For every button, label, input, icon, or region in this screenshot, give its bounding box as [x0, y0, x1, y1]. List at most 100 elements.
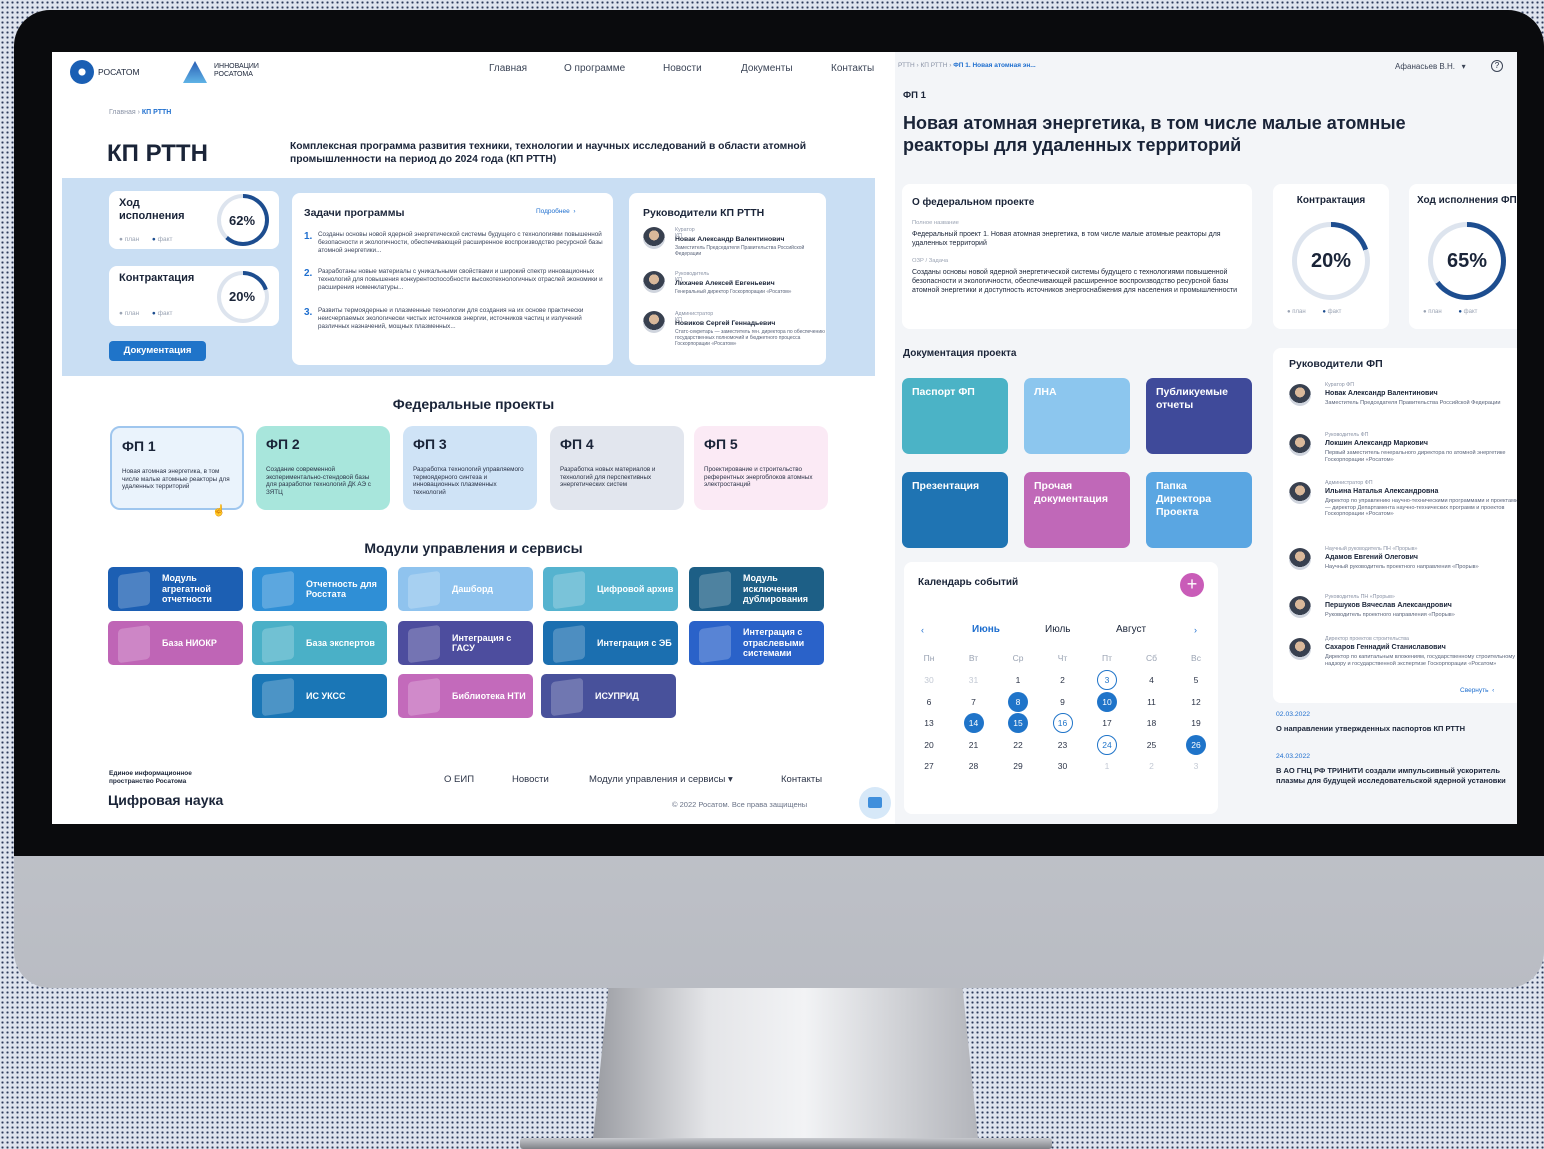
calendar-day[interactable]: 6 — [919, 692, 939, 712]
module-icon — [408, 677, 440, 717]
module-icon — [553, 570, 585, 610]
doc-passport[interactable]: Паспорт ФП — [902, 378, 1008, 454]
fp-card-2[interactable]: ФП 2 Создание современной экспериментальн… — [256, 426, 390, 510]
monitor-stand-base — [520, 1138, 1052, 1149]
nav-news[interactable]: Новости — [663, 63, 702, 74]
module-niokr-base[interactable]: База НИОКР — [108, 621, 243, 665]
next-month-icon[interactable]: › — [1194, 625, 1197, 635]
leader-description: Заместитель Председателя Правительства Р… — [1325, 400, 1501, 406]
calendar-day[interactable]: 19 — [1186, 713, 1206, 733]
calendar-day[interactable]: 21 — [964, 735, 984, 755]
calendar-day[interactable]: 22 — [1008, 735, 1028, 755]
footer-link-modules[interactable]: Модули управления и сервисы ▾ — [589, 774, 733, 785]
nav-home[interactable]: Главная — [489, 63, 527, 74]
footer-copyright: © 2022 Росатом. Все права защищены — [672, 800, 808, 809]
module-eb-integration[interactable]: Интеграция с ЭБ — [543, 621, 678, 665]
fp-contracting-card[interactable]: Контрактация 20% ● план ● факт — [1273, 184, 1389, 329]
doc-lna[interactable]: ЛНА — [1024, 378, 1130, 454]
calendar-day[interactable]: 10 — [1097, 691, 1117, 712]
module-is-ukss[interactable]: ИС УКСС — [252, 674, 387, 718]
calendar-day[interactable]: 3 — [1186, 756, 1206, 776]
nav-contacts[interactable]: Контакты — [831, 63, 874, 74]
calendar-day[interactable]: 11 — [1142, 692, 1162, 712]
calendar-day[interactable]: 16 — [1052, 713, 1073, 733]
module-digital-archive[interactable]: Цифровой архив — [543, 567, 678, 611]
calendar-day[interactable]: 9 — [1053, 692, 1073, 712]
avatar — [1289, 548, 1311, 570]
news-title[interactable]: О направлении утвержденных паспортов КП … — [1276, 724, 1465, 733]
full-name-label: Полное название — [912, 220, 959, 226]
calendar-day[interactable]: 30 — [1053, 756, 1073, 776]
doc-presentation[interactable]: Презентация — [902, 472, 1008, 548]
module-dedup[interactable]: Модуль исключения дублирования — [689, 567, 824, 611]
calendar-day[interactable]: 4 — [1142, 670, 1162, 690]
calendar-day[interactable]: 20 — [919, 735, 939, 755]
add-event-button[interactable]: + — [1180, 573, 1204, 597]
doc-other[interactable]: Прочая документация — [1024, 472, 1130, 548]
fp-card-3[interactable]: ФП 3 Разработка технологий управляемого т… — [403, 426, 537, 510]
fp-progress-card[interactable]: Ход исполнения ФП 65% ● план ● факт — [1409, 184, 1517, 329]
footer-link-eip[interactable]: О ЕИП — [444, 774, 474, 785]
calendar-day[interactable]: 27 — [919, 756, 939, 776]
doc-published-reports[interactable]: Публикуемые отчеты — [1146, 378, 1252, 454]
user-menu[interactable]: Афанасьев В.Н. ▾ — [1395, 62, 1466, 71]
prev-month-icon[interactable]: ‹ — [921, 625, 924, 635]
module-nti-library[interactable]: Библиотека НТИ — [398, 674, 533, 718]
tasks-more-link[interactable]: Подробнее › — [536, 208, 576, 215]
contracting-card[interactable]: Контрактация 20% ● план ● факт — [109, 266, 279, 326]
fp-card-1[interactable]: ФП 1 Новая атомная энергетика, в том числ… — [110, 426, 244, 510]
module-rosstat-reporting[interactable]: Отчетность для Росстата — [252, 567, 387, 611]
month-june[interactable]: Июнь — [972, 624, 1000, 635]
calendar-day[interactable]: 3 — [1097, 670, 1117, 690]
module-icon — [262, 677, 294, 717]
calendar-day[interactable]: 5 — [1186, 670, 1206, 690]
calendar-day[interactable]: 2 — [1053, 670, 1073, 690]
documentation-button[interactable]: Документация — [109, 341, 206, 361]
fp-card-5[interactable]: ФП 5 Проектирование и строительство рефер… — [694, 426, 828, 510]
calendar-day[interactable]: 8 — [1008, 691, 1028, 712]
month-july[interactable]: Июль — [1045, 624, 1071, 635]
calendar-day[interactable]: 15 — [1008, 713, 1028, 733]
calendar-day[interactable]: 30 — [919, 670, 939, 690]
calendar-day[interactable]: 1 — [1097, 756, 1117, 776]
rosatom-logo-icon[interactable] — [70, 60, 94, 84]
collapse-link[interactable]: Свернуть ‹ — [1460, 687, 1494, 694]
calendar-day[interactable]: 24 — [1097, 734, 1117, 755]
progress-card[interactable]: Ход исполнения 62% ● план ● факт — [109, 191, 279, 249]
innovations-logo-icon[interactable] — [183, 61, 207, 83]
calendar-day[interactable]: 25 — [1142, 735, 1162, 755]
calendar-day[interactable]: 7 — [964, 692, 984, 712]
calendar-day[interactable]: 28 — [964, 756, 984, 776]
footer-brand[interactable]: Цифровая наука — [108, 792, 223, 808]
help-icon[interactable]: ? — [1491, 60, 1503, 72]
module-aggregate-reporting[interactable]: Модуль агрегатной отчетности — [108, 567, 243, 611]
news-title[interactable]: В АО ГНЦ РФ ТРИНИТИ создали импульсивный… — [1276, 766, 1511, 786]
module-dashboard[interactable]: Дашборд — [398, 567, 533, 611]
calendar-day[interactable]: 18 — [1142, 713, 1162, 733]
calendar-day[interactable]: 1 — [1008, 670, 1028, 690]
fp-card-4[interactable]: ФП 4 Разработка новых материалов и технол… — [550, 426, 684, 510]
footer-link-contacts[interactable]: Контакты — [781, 774, 822, 785]
nav-about[interactable]: О программе — [564, 63, 625, 74]
chat-button[interactable] — [859, 787, 891, 819]
module-gasu-integration[interactable]: Интеграция с ГАСУ — [398, 621, 533, 665]
calendar-day[interactable]: 2 — [1142, 756, 1162, 776]
calendar-day[interactable]: 31 — [964, 670, 984, 690]
calendar-day[interactable]: 26 — [1186, 734, 1206, 755]
calendar-day[interactable]: 17 — [1097, 713, 1117, 733]
doc-director-folder[interactable]: Папка Директора Проекта — [1146, 472, 1252, 548]
calendar-day[interactable]: 13 — [919, 713, 939, 733]
calendar-day[interactable]: 29 — [1008, 756, 1028, 776]
calendar-day[interactable]: 23 — [1053, 735, 1073, 755]
month-august[interactable]: Август — [1116, 624, 1146, 635]
module-experts-base[interactable]: База экспертов — [252, 621, 387, 665]
module-isuprid[interactable]: ИСУПРИД — [541, 674, 676, 718]
calendar-day[interactable]: 14 — [963, 713, 984, 733]
breadcrumb-home[interactable]: Главная — [109, 109, 136, 116]
calendar-day[interactable]: 12 — [1186, 692, 1206, 712]
module-industry-integration[interactable]: Интеграция с отраслевыми системами — [689, 621, 824, 665]
chat-icon — [868, 797, 882, 808]
nav-documents[interactable]: Документы — [741, 63, 793, 74]
module-label: Интеграция с ГАСУ — [452, 632, 512, 654]
footer-link-news[interactable]: Новости — [512, 774, 549, 785]
